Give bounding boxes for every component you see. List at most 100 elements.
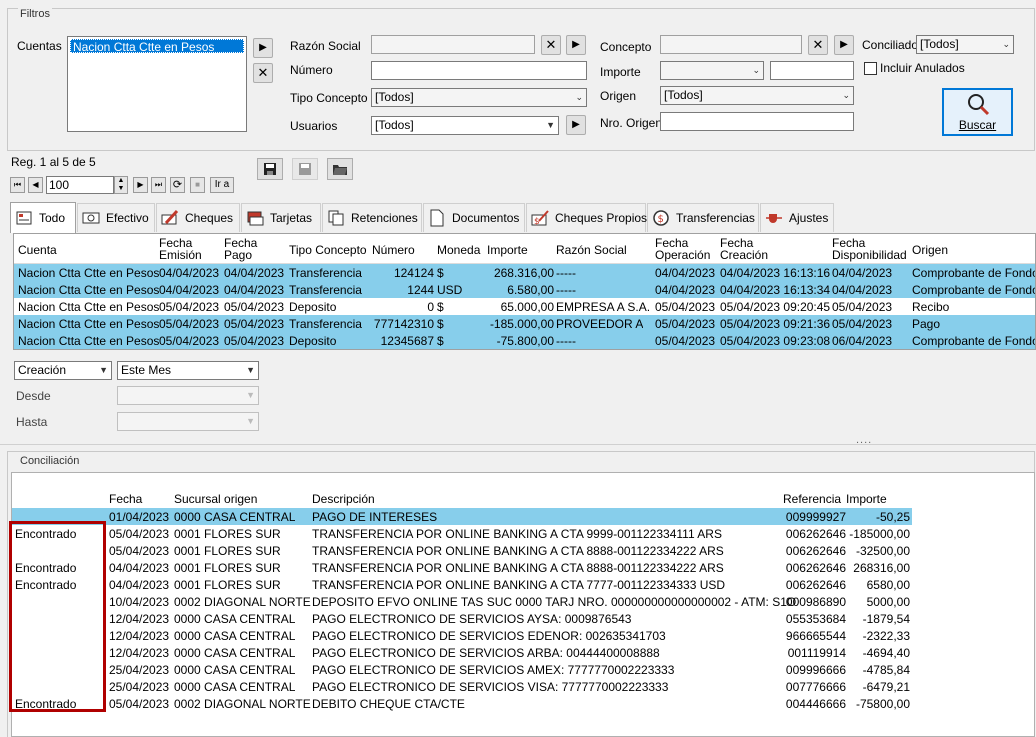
tab-ajustes[interactable]: Ajustes	[760, 203, 834, 232]
table-row[interactable]: 05/04/2023 0001 FLORES SUR TRANSFERENCIA P…	[12, 542, 912, 559]
column-header[interactable]: Origen	[912, 244, 948, 256]
cuentas-add-button[interactable]: ▶	[253, 38, 273, 58]
table-row[interactable]: Nacion Ctta Ctte en Pesos 05/04/2023 05/04…	[14, 298, 1035, 315]
incluir-anulados-checkbox[interactable]	[864, 62, 877, 75]
column-header[interactable]: Número	[372, 244, 415, 256]
column-header[interactable]: Importe	[846, 493, 887, 505]
movimientos-grid[interactable]: Cuenta Fecha Emisión Fecha Pago Tipo Concepto…	[13, 233, 1036, 350]
column-header[interactable]: Fecha Pago	[224, 237, 257, 261]
table-row[interactable]: Encontrado 04/04/2023 0001 FLORES SUR TRANS…	[12, 559, 912, 576]
table-cell: 04/04/2023	[159, 266, 220, 280]
stop-icon[interactable]: ■	[190, 177, 205, 193]
tab-cheques-propios[interactable]: $ Cheques Propios	[526, 203, 647, 232]
column-header[interactable]: Razón Social	[556, 244, 627, 256]
save-button[interactable]	[257, 158, 283, 180]
table-cell: Recibo	[912, 300, 950, 314]
table-cell: 006262646	[785, 561, 846, 575]
table-cell: -2322,33	[862, 629, 910, 643]
table-row[interactable]: 12/04/2023 0000 CASA CENTRAL PAGO ELECTRON…	[12, 610, 912, 627]
concepto-clear-button[interactable]: ✕	[808, 35, 828, 55]
table-row[interactable]: Encontrado 04/04/2023 0001 FLORES SUR TRANS…	[12, 576, 912, 593]
table-cell: 05/04/2023	[109, 697, 170, 711]
periodo-select[interactable]: Este Mes ▼	[117, 361, 259, 380]
column-header[interactable]: Sucursal origen	[174, 493, 257, 505]
fecha-tipo-select[interactable]: Creación ▼	[14, 361, 112, 380]
chevron-down-icon: ⌄	[1002, 39, 1010, 49]
tab-label: Ajustes	[789, 211, 829, 225]
table-row[interactable]: Nacion Ctta Ctte en Pesos 04/04/2023 04/04…	[14, 264, 1036, 281]
last-record-button[interactable]: ⏭	[151, 177, 166, 193]
table-cell: -75800,00	[855, 697, 910, 711]
table-cell: 05/04/2023	[224, 334, 285, 348]
table-row[interactable]: Encontrado 05/04/2023 0001 FLORES SUR TRANS…	[12, 525, 912, 542]
tab-todo[interactable]: Todo	[10, 202, 76, 233]
table-cell: 0000 CASA CENTRAL	[174, 629, 296, 643]
tab-retenciones[interactable]: Retenciones	[322, 203, 422, 232]
open-folder-button[interactable]	[327, 158, 353, 180]
column-header[interactable]: Fecha Disponibilidad	[832, 237, 907, 261]
table-row[interactable]: 12/04/2023 0000 CASA CENTRAL PAGO ELECTRON…	[12, 644, 912, 661]
table-row[interactable]: Encontrado 05/04/2023 0002 DIAGONAL NORTE D…	[12, 695, 912, 712]
column-header[interactable]: Fecha Operación	[655, 237, 710, 261]
concepto-search-button[interactable]: ▶	[834, 35, 854, 55]
save-disabled-button[interactable]	[292, 158, 318, 180]
next-record-button[interactable]: ▶	[133, 177, 148, 193]
column-header[interactable]: Fecha Emisión	[159, 237, 202, 261]
page-size-spinner[interactable]: ▲ ▼	[114, 176, 128, 194]
column-header[interactable]: Fecha	[109, 493, 142, 505]
column-header[interactable]: Importe	[487, 244, 528, 256]
first-record-button[interactable]: ⏮	[10, 177, 25, 193]
fecha-tipo-value: Creación	[18, 363, 67, 377]
tab-efectivo[interactable]: Efectivo	[77, 203, 155, 232]
tab-cheques[interactable]: Cheques	[156, 203, 240, 232]
desde-field[interactable]: ▼	[117, 386, 259, 405]
table-row[interactable]: 01/04/2023 0000 CASA CENTRAL PAGO DE INTER…	[12, 508, 912, 525]
conciliado-select[interactable]: [Todos] ⌄	[916, 35, 1014, 54]
column-header[interactable]: Referencia	[783, 493, 841, 505]
table-row[interactable]: 25/04/2023 0000 CASA CENTRAL PAGO ELECTRON…	[12, 661, 912, 678]
tab-documentos[interactable]: Documentos	[423, 203, 525, 232]
tab-tarjetas[interactable]: Tarjetas	[241, 203, 321, 232]
refresh-icon[interactable]: ⟳	[170, 177, 185, 193]
column-header[interactable]: Fecha Creación	[720, 237, 768, 261]
razon-social-clear-button[interactable]: ✕	[541, 35, 561, 55]
hasta-field[interactable]: ▼	[117, 412, 259, 431]
importe-operator-select[interactable]: ⌄	[660, 61, 764, 80]
nro-origen-field[interactable]	[660, 112, 854, 131]
column-header[interactable]: Descripción	[312, 493, 375, 505]
column-header-line: Origen	[912, 243, 949, 257]
numero-label: Número	[290, 63, 333, 77]
table-row[interactable]: 25/04/2023 0000 CASA CENTRAL PAGO ELECTRON…	[12, 678, 912, 695]
numero-field[interactable]	[371, 61, 587, 80]
razon-social-field[interactable]	[371, 35, 535, 54]
cuentas-list[interactable]: Nacion Ctta Ctte en Pesos	[67, 36, 247, 132]
tipo-concepto-select[interactable]: [Todos] ⌄	[371, 88, 587, 107]
prev-record-button[interactable]: ◀	[28, 177, 43, 193]
usuarios-select[interactable]: [Todos] ▼	[371, 116, 559, 135]
cuentas-clear-button[interactable]: ✕	[253, 63, 273, 83]
origen-select[interactable]: [Todos] ⌄	[660, 86, 854, 105]
cuentas-list-item[interactable]: Nacion Ctta Ctte en Pesos	[70, 39, 244, 54]
table-row[interactable]: 12/04/2023 0000 CASA CENTRAL PAGO ELECTRON…	[12, 627, 912, 644]
table-row[interactable]: 10/04/2023 0002 DIAGONAL NORTE DEPOSITO EF…	[12, 593, 912, 610]
incluir-anulados-label: Incluir Anulados	[880, 61, 965, 75]
table-cell: 12/04/2023	[109, 629, 170, 643]
go-button[interactable]: Ir a	[210, 177, 234, 193]
table-cell: Comprobante de Fondos	[912, 266, 1036, 280]
column-header[interactable]: Tipo Concepto	[289, 244, 367, 256]
razon-social-search-button[interactable]: ▶	[566, 35, 586, 55]
importe-field[interactable]	[770, 61, 854, 80]
table-row[interactable]: Nacion Ctta Ctte en Pesos 05/04/2023 05/04…	[14, 315, 1035, 332]
buscar-button[interactable]: Buscar	[942, 88, 1013, 136]
origen-label: Origen	[600, 89, 637, 103]
table-row[interactable]: Nacion Ctta Ctte en Pesos 04/04/2023 04/04…	[14, 281, 1035, 298]
page-size-field[interactable]: 100	[46, 176, 114, 194]
table-row[interactable]: Nacion Ctta Ctte en Pesos 05/04/2023 05/04…	[14, 332, 1035, 349]
column-header[interactable]: Moneda	[437, 244, 480, 256]
tab-transferencias[interactable]: $ Transferencias	[647, 203, 759, 232]
table-cell: Nacion Ctta Ctte en Pesos	[18, 283, 160, 297]
conciliacion-grid[interactable]: 01/04/2023 0000 CASA CENTRAL PAGO DE INTER…	[11, 472, 1035, 737]
usuarios-search-button[interactable]: ▶	[566, 115, 586, 135]
column-header[interactable]: Cuenta	[18, 244, 57, 256]
concepto-field[interactable]	[660, 35, 802, 54]
